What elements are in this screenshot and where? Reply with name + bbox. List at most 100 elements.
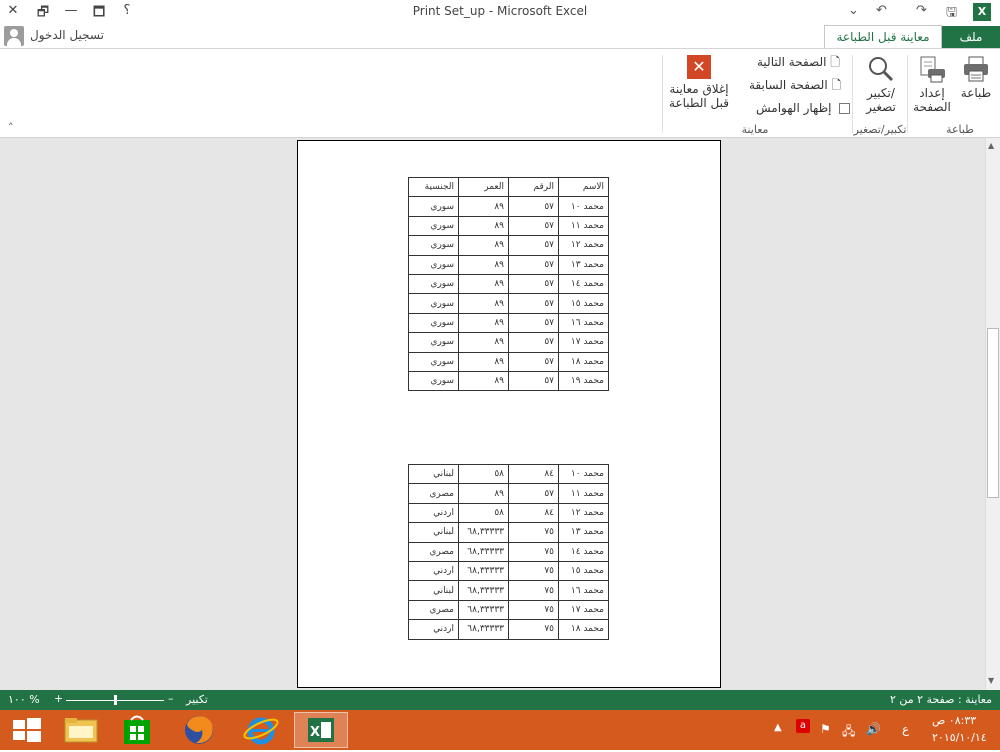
- table-cell: اردني: [408, 560, 459, 582]
- taskbar-firefox[interactable]: [172, 712, 226, 748]
- checkbox-icon: [839, 103, 851, 114]
- table-cell: ٥٧: [508, 235, 559, 256]
- table-cell: محمد ١٨: [558, 351, 609, 372]
- table-cell: محمد ١٤: [558, 541, 609, 562]
- taskbar-file-explorer[interactable]: [54, 712, 108, 748]
- table-cell: ٥٧: [508, 370, 559, 392]
- zoom-slider-thumb[interactable]: [114, 695, 117, 705]
- folder-icon: [64, 718, 98, 743]
- table-row: محمد ١٢ ٨٤ ٥٨ اردني: [408, 502, 609, 524]
- zoom-button[interactable]: تكبير/ تصغير: [858, 55, 904, 114]
- table-cell: ٦٨,٣٣٣٣٣: [458, 599, 509, 621]
- table-row: محمد ١٨ ٧٥ ٦٨,٣٣٣٣٣ اردني: [408, 619, 609, 640]
- table-cell: محمد ١٠: [558, 196, 609, 217]
- table-cell: ٧٥: [508, 619, 559, 640]
- table-cell: سوري: [408, 370, 459, 392]
- next-page-icon: 🗋: [830, 55, 840, 69]
- customize-qat-icon[interactable]: ⌄: [848, 3, 859, 18]
- table-cell: محمد ١٦: [558, 580, 609, 601]
- vertical-scrollbar[interactable]: ▲ ▼: [985, 138, 1000, 690]
- tab-print-preview[interactable]: معاينة قبل الطباعة: [824, 25, 942, 48]
- action-center-flag-icon[interactable]: ⚑: [820, 722, 831, 736]
- antivirus-icon[interactable]: a: [796, 719, 810, 733]
- table-row: محمد ١٠ ٨٤ ٥٨ لبناني: [408, 463, 609, 485]
- scroll-thumb[interactable]: [987, 328, 999, 498]
- previous-page-button[interactable]: الصفحة السابقة 🗋: [749, 76, 841, 94]
- table-cell: محمد ١٥: [558, 293, 609, 314]
- table-cell: مصري: [408, 541, 459, 562]
- table-cell: ٥٧: [508, 273, 559, 295]
- collapse-ribbon-icon[interactable]: ˄: [8, 121, 14, 134]
- scroll-down-icon[interactable]: ▼: [988, 676, 994, 685]
- internet-explorer-icon: [243, 717, 279, 745]
- zoom-percent[interactable]: ١٠٠ %: [8, 693, 40, 706]
- start-button[interactable]: [0, 712, 54, 748]
- tab-file[interactable]: ملف: [942, 26, 1000, 48]
- group-label-preview: معاينة: [741, 123, 769, 136]
- store-icon: [124, 715, 150, 744]
- table-cell: لبناني: [408, 522, 459, 543]
- volume-icon[interactable]: 🔊: [866, 722, 881, 736]
- preview-page: الاسم الرقم العمر الجنسية محمد ١٠ ٥٧ ٨٩ سوري محم…: [297, 140, 721, 688]
- taskbar-excel[interactable]: X: [294, 712, 348, 748]
- close-print-preview-button[interactable]: ✕ إغلاق معاينة قبل الطباعة: [664, 55, 734, 110]
- table-cell: سوري: [408, 293, 459, 314]
- excel-taskbar-icon: X: [308, 718, 334, 742]
- table-row: محمد ١٥ ٧٥ ٦٨,٣٣٣٣٣ اردني: [408, 560, 609, 582]
- magnifier-icon: [869, 57, 894, 82]
- title-bar: ✕ 🗗 — 🗖 ؟ Print Set_up - Microsoft Excel…: [0, 0, 1000, 24]
- table-cell: محمد ١٩: [558, 370, 609, 392]
- table-cell: اردني: [408, 502, 459, 524]
- print-button[interactable]: طباعة: [955, 55, 997, 100]
- table-cell: محمد ١٨: [558, 619, 609, 640]
- table-cell: ٨٤: [508, 502, 559, 524]
- taskbar-store[interactable]: [110, 712, 164, 748]
- input-language[interactable]: ع: [902, 722, 909, 736]
- table-row: محمد ١٠ ٥٧ ٨٩ سوري: [408, 196, 609, 217]
- zoom-out-button[interactable]: –: [168, 692, 174, 705]
- sign-in-link[interactable]: تسجيل الدخول: [30, 28, 104, 42]
- user-avatar-icon[interactable]: [4, 26, 24, 46]
- status-bar: ١٠٠ % + – تكبير معاينة : صفحة ٢ من ٢: [0, 690, 1000, 710]
- header-cell: الرقم: [508, 176, 559, 198]
- table-cell: ٧٥: [508, 560, 559, 582]
- table-cell: ٨٩: [458, 196, 509, 217]
- next-page-button[interactable]: الصفحة التالية 🗋: [757, 53, 840, 71]
- network-icon[interactable]: 🖧: [842, 722, 855, 743]
- preview-area: الاسم الرقم العمر الجنسية محمد ١٠ ٥٧ ٨٩ سوري محم…: [0, 138, 1000, 690]
- group-label-print: طباعة: [946, 123, 974, 136]
- page-setup-icon: [920, 56, 945, 83]
- table-cell: سوري: [408, 273, 459, 295]
- scroll-up-icon[interactable]: ▲: [988, 141, 994, 150]
- table-cell: سوري: [408, 312, 459, 334]
- table-cell: ٦٨,٣٣٣٣٣: [458, 522, 509, 543]
- group-label-zoom: تكبير/تصغير: [853, 123, 907, 136]
- zoom-in-button[interactable]: +: [54, 692, 63, 705]
- table-cell: محمد ١٥: [558, 560, 609, 582]
- table-cell: ٦٨,٣٣٣٣٣: [458, 580, 509, 601]
- table-cell: ٨٩: [458, 312, 509, 334]
- redo-icon[interactable]: ↷: [916, 3, 927, 18]
- clock-time[interactable]: ٠٨:٣٣ ص: [932, 714, 976, 727]
- undo-icon[interactable]: ↶: [876, 3, 887, 18]
- table-cell: محمد ١٢: [558, 502, 609, 524]
- save-icon[interactable]: 🖫: [946, 3, 957, 25]
- table-row: محمد ١١ ٥٧ ٨٩ مصري: [408, 483, 609, 504]
- table-cell: محمد ١٤: [558, 273, 609, 295]
- show-margins-checkbox[interactable]: إظهار الهوامش: [756, 99, 851, 117]
- ribbon-tabs: تسجيل الدخول معاينة قبل الطباعة ملف: [0, 24, 1000, 48]
- show-hidden-icons[interactable]: ▲: [774, 722, 782, 733]
- table-cell: ٧٥: [508, 541, 559, 562]
- table-row: محمد ١٧ ٧٥ ٦٨,٣٣٣٣٣ مصري: [408, 599, 609, 621]
- table-row: محمد ١٩ ٥٧ ٨٩ سوري: [408, 370, 609, 392]
- table-cell: محمد ١٣: [558, 254, 609, 275]
- page-setup-button[interactable]: إعداد الصفحة: [910, 55, 954, 114]
- table-cell: محمد ١٣: [558, 522, 609, 543]
- taskbar-internet-explorer[interactable]: [234, 712, 288, 748]
- table-row: محمد ١٤ ٧٥ ٦٨,٣٣٣٣٣ مصري: [408, 541, 609, 562]
- table-cell: سوري: [408, 235, 459, 256]
- table-cell: ٨٩: [458, 235, 509, 256]
- printer-icon: [964, 56, 988, 82]
- clock-date[interactable]: ٢٠١٥/١٠/١٤: [932, 731, 987, 744]
- table-cell: مصري: [408, 599, 459, 621]
